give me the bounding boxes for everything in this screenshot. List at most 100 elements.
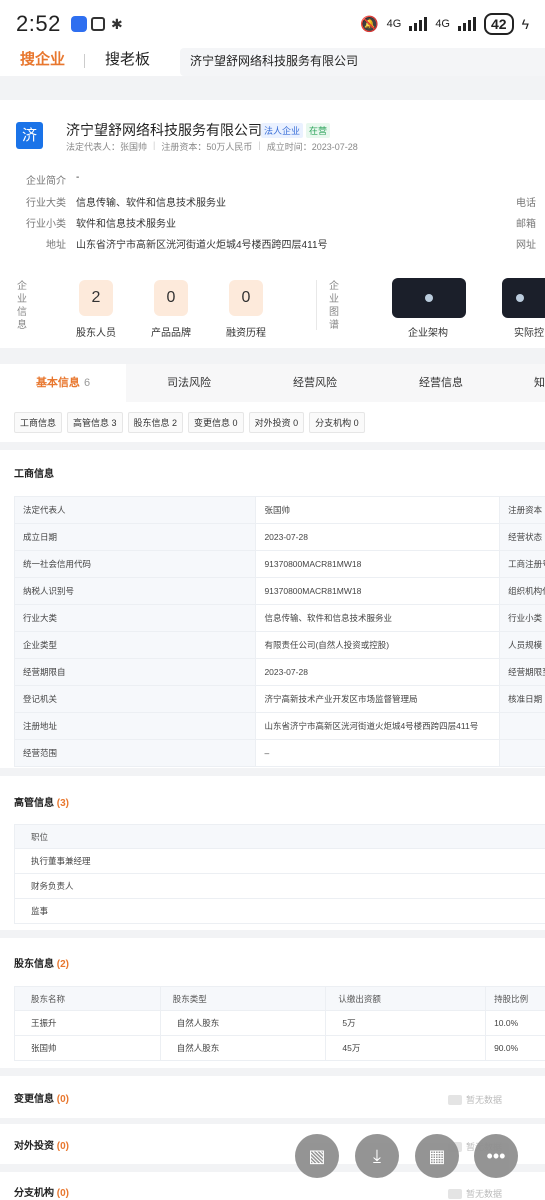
field-label: 注册地址 — [13, 712, 257, 740]
legal-entity-tag: 法人企业 — [261, 123, 304, 138]
company-name[interactable]: 济宁望舒网络科技服务有限公司 — [66, 120, 262, 140]
table-row: 统一社会信用代码91370800MACR81MW18工商注册号 — [13, 550, 545, 578]
signal-icon — [409, 17, 428, 31]
table-row: 行业大类 信息传输、软件和信息技术服务业 行业小类 — [13, 604, 545, 632]
battery-indicator: 42 — [484, 13, 514, 35]
founded-date: 成立时间：2023-07-28 — [266, 142, 358, 152]
company-logo: 济 — [16, 122, 43, 149]
section-tabs: 基本信息 6 司法风险 经营风险 经营信息 知 — [0, 364, 545, 402]
field-label: 组织机构代 — [499, 577, 545, 605]
chip-branches[interactable]: 分支机构 0 — [309, 411, 365, 433]
shareholder-name[interactable]: 张国帅 — [14, 1035, 161, 1061]
column-header: 持股比例 — [485, 986, 545, 1011]
more-icon: ••• — [486, 1146, 506, 1166]
section-title: 分支机构 (0) — [14, 1188, 70, 1199]
side-label-info: 企业信息 — [17, 281, 27, 331]
network-label: 4G — [386, 18, 402, 30]
info-row: 行业大类 信息传输、软件和信息技术服务业 — [26, 198, 226, 209]
table-row: 纳税人识别号91370800MACR81MW18组织机构代 — [13, 577, 545, 605]
tab-ip[interactable]: 知 — [504, 364, 545, 402]
field-value: – — [255, 739, 501, 767]
export-excel-button[interactable]: ▧ — [295, 1134, 339, 1178]
field-label: 经营状态 — [499, 523, 545, 551]
network-label-2: 4G — [435, 18, 450, 30]
column-header: 股东类型 — [159, 986, 327, 1011]
field-label: 经营期限至 — [499, 658, 545, 686]
grid-menu-button[interactable]: ▦ — [415, 1134, 459, 1178]
table-row: 企业类型 有限责任公司(自然人投资或控股) 人员规模 — [13, 631, 545, 659]
search-input[interactable]: 济宁望舒网络科技服务有限公司 — [180, 48, 545, 76]
table-row: 法定代表人 张国帅 注册资本 — [13, 496, 545, 524]
info-row: 企业简介 - — [26, 172, 80, 187]
email-label[interactable]: 邮箱 — [516, 215, 536, 230]
app-notification-icon — [70, 16, 87, 32]
branches-section: 分支机构 (0) 暂无数据 — [0, 1172, 545, 1200]
nfc-icon — [90, 17, 105, 31]
table-row: 经营范围 – — [13, 739, 545, 767]
field-label: 登记机关 — [13, 685, 257, 713]
more-button[interactable]: ••• — [474, 1134, 518, 1178]
executives-section: 高管信息 (3) 职位 执行董事兼经理 财务负责人 监事 — [0, 776, 545, 930]
search-header: 搜企业 搜老板 济宁望舒网络科技服务有限公司 — [0, 48, 545, 76]
field-label: 核准日期 — [499, 685, 545, 713]
table-row: 登记机关 济宁高新技术产业开发区市场监督管理局 核准日期 — [13, 685, 545, 713]
column-header: 职位 — [14, 824, 545, 849]
field-label: 行业大类 — [13, 604, 257, 632]
tab-operating-info[interactable]: 经营信息 — [378, 364, 504, 402]
field-value: 有限责任公司(自然人投资或控股) — [255, 631, 501, 659]
field-value: 91370800MACR81MW18 — [255, 550, 501, 578]
chip-executives[interactable]: 高管信息 3 — [67, 411, 123, 433]
field-label: 经营范围 — [13, 739, 257, 767]
field-value: 山东省济宁市高新区洸河街道火炬城4号楼西跨四层411号 — [255, 712, 501, 740]
table-row: 张国帅 自然人股东 45万 90.0% — [14, 1035, 545, 1061]
download-button[interactable]: ⤓ — [355, 1134, 399, 1178]
stat-financing[interactable]: 0 融资历程 — [216, 280, 276, 339]
empty-icon — [448, 1188, 462, 1199]
chip-investments[interactable]: 对外投资 0 — [248, 411, 305, 433]
table-row: 监事 — [14, 898, 545, 924]
controller-label: 实际控 — [514, 328, 544, 339]
shareholder-name[interactable]: 王振升 — [14, 1010, 161, 1036]
excel-icon: ▧ — [308, 1146, 326, 1166]
field-label: 经营期限自 — [13, 658, 257, 686]
field-label — [499, 739, 545, 767]
empty-state: 暂无数据 — [448, 1093, 502, 1106]
company-meta: 法定代表人：张国帅 | 注册资本：50万人民币 | 成立时间：2023-07-28 — [66, 140, 358, 152]
org-chart-label: 企业架构 — [408, 328, 448, 339]
tab-basic-info[interactable]: 基本信息 6 — [0, 364, 126, 402]
field-label: 统一社会信用代码 — [13, 550, 257, 578]
info-row: 行业小类 软件和信息技术服务业 — [26, 219, 176, 230]
chip-business[interactable]: 工商信息 — [14, 411, 63, 433]
business-info-table: 法定代表人 张国帅 注册资本 成立日期 2023-07-28 经营状态 统一社会信用代码 91… — [13, 496, 545, 767]
shareholders-table: 股东名称 股东类型 认缴出资额 持股比例 王振升 自然人股东 5万 10.0% … — [14, 986, 545, 1061]
investments-section: 对外投资 (0) 暂无数据 — [0, 1124, 545, 1164]
side-label-graph: 企业图谱 — [329, 281, 339, 331]
field-label: 企业类型 — [13, 631, 257, 659]
chip-shareholders[interactable]: 股东信息 2 — [127, 411, 184, 433]
controller-thumbnail[interactable] — [502, 278, 545, 318]
stat-shareholders[interactable]: 2 股东人员 — [66, 280, 126, 339]
website-label[interactable]: 网址 — [516, 236, 536, 251]
download-icon: ⤓ — [373, 1146, 381, 1166]
tab-search-boss[interactable]: 搜老板 — [85, 48, 170, 76]
tab-judicial-risk[interactable]: 司法风险 — [126, 364, 252, 402]
field-label: 行业小类 — [499, 604, 545, 632]
tab-operating-risk[interactable]: 经营风险 — [252, 364, 378, 402]
chip-changes[interactable]: 变更信息 0 — [188, 411, 244, 433]
field-value: 2023-07-28 — [255, 523, 501, 551]
table-row: 执行董事兼经理 — [14, 848, 545, 874]
phone-label[interactable]: 电话 — [516, 194, 536, 209]
org-chart-thumbnail[interactable] — [392, 278, 466, 318]
status-bar: 2:52 ✱ 🔕 4G 4G 42 ϟ — [0, 0, 545, 48]
tab-search-company[interactable]: 搜企业 — [0, 48, 86, 76]
shareholders-section: 股东信息 (2) 股东名称 股东类型 认缴出资额 持股比例 王振升 自然人股东 … — [0, 938, 545, 1068]
field-value: 济宁高新技术产业开发区市场监督管理局 — [255, 685, 501, 713]
section-title: 对外投资 (0) — [14, 1141, 70, 1152]
field-label: 法定代表人 — [13, 496, 257, 524]
executives-table: 职位 执行董事兼经理 财务负责人 监事 — [14, 824, 545, 924]
stat-brands[interactable]: 0 产品品牌 — [141, 280, 201, 339]
registered-capital: 注册资本：50万人民币 — [161, 142, 253, 152]
business-info-section: 工商信息 法定代表人 张国帅 注册资本 成立日期 2023-07-28 经营状态 统一社会信… — [0, 450, 545, 768]
field-label: 纳税人识别号 — [13, 577, 257, 605]
field-label: 人员规模 — [499, 631, 545, 659]
